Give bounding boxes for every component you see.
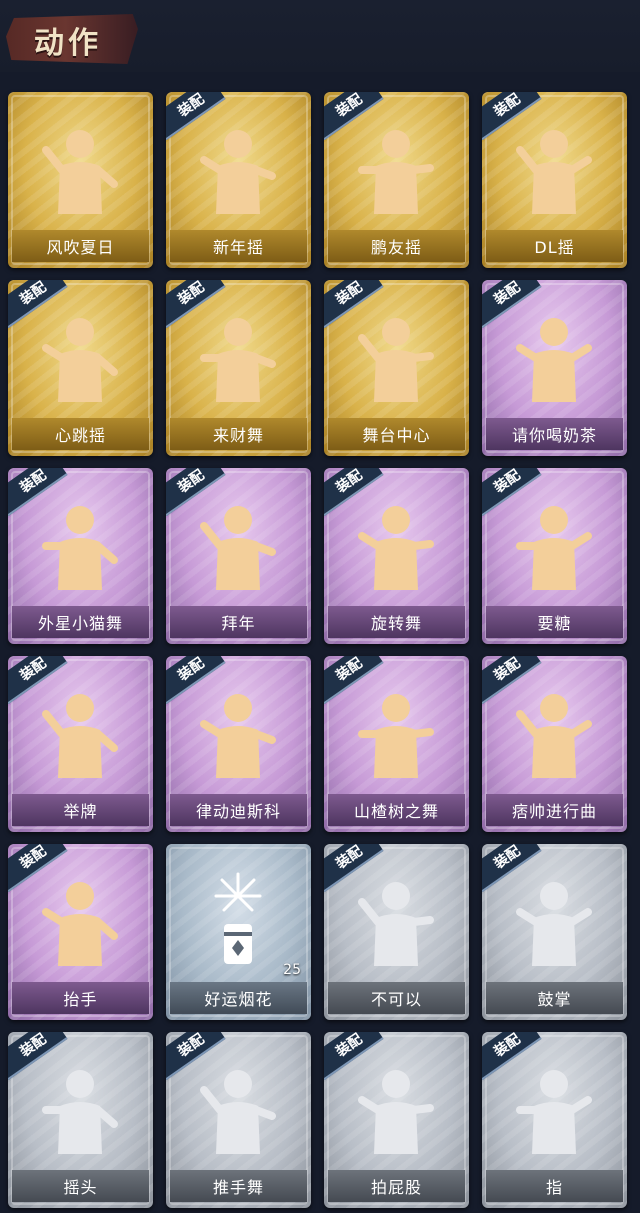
clap-icon [504,866,604,976]
page-title: 动作 [34,26,102,61]
action-label: 拍屁股 [328,1170,465,1202]
action-card[interactable]: 装配 痞帅进行曲 [482,656,627,832]
push-hand-dance-icon [188,1054,288,1164]
action-card[interactable]: 装配 来财舞 [166,280,311,456]
friend-dance-icon [346,114,446,224]
action-label: 心跳摇 [12,418,149,450]
action-card[interactable]: 装配 抬手 [8,844,153,1020]
action-card[interactable]: 风吹夏日 [8,92,153,268]
slap-butt-icon [346,1054,446,1164]
action-label: 来财舞 [170,418,307,450]
new-year-dance-icon [188,114,288,224]
disco-icon [188,678,288,788]
action-card[interactable]: 装配 举牌 [8,656,153,832]
no-finger-icon [346,866,446,976]
action-label: 舞台中心 [328,418,465,450]
action-label: 抬手 [12,982,149,1014]
action-card[interactable]: 装配 不可以 [324,844,469,1020]
action-label: 痞帅进行曲 [486,794,623,826]
action-label: 拜年 [170,606,307,638]
action-card[interactable]: 装配 请你喝奶茶 [482,280,627,456]
alien-cat-dance-icon [30,490,130,600]
action-card[interactable]: 装配 舞台中心 [324,280,469,456]
action-card[interactable]: 25 好运烟花 [166,844,311,1020]
action-card[interactable]: 装配 外星小猫舞 [8,468,153,644]
new-year-greeting-icon [188,490,288,600]
action-grid: 风吹夏日 装配新年摇 装配鹏友摇 装配DL摇 装配心跳摇 装配来财舞 [8,92,627,1208]
action-card[interactable]: 装配 拜年 [166,468,311,644]
action-card[interactable]: 装配 山楂树之舞 [324,656,469,832]
cool-march-icon [504,678,604,788]
firework-icon [188,866,288,976]
action-label: 山楂树之舞 [328,794,465,826]
action-label: 好运烟花 [170,982,307,1014]
ask-candy-icon [504,490,604,600]
shake-head-icon [30,1054,130,1164]
action-card[interactable]: 装配 拍屁股 [324,1032,469,1208]
action-label: 举牌 [12,794,149,826]
action-card[interactable]: 装配 心跳摇 [8,280,153,456]
action-card[interactable]: 装配 新年摇 [166,92,311,268]
hawthorn-dance-icon [346,678,446,788]
action-label: 摇头 [12,1170,149,1202]
action-label: 风吹夏日 [12,230,149,262]
action-label: 指 [486,1170,623,1202]
wind-dance-icon [30,114,130,224]
heartbeat-dance-icon [30,302,130,412]
action-label: 外星小猫舞 [12,606,149,638]
action-card[interactable]: 装配 律动迪斯科 [166,656,311,832]
point-icon [504,1054,604,1164]
action-card[interactable]: 装配 鹏友摇 [324,92,469,268]
action-card[interactable]: 装配 摇头 [8,1032,153,1208]
action-label: 鼓掌 [486,982,623,1014]
action-card[interactable]: 装配 要糖 [482,468,627,644]
action-label: 推手舞 [170,1170,307,1202]
action-label: 请你喝奶茶 [486,418,623,450]
action-card[interactable]: 装配 推手舞 [166,1032,311,1208]
spin-dance-icon [346,490,446,600]
action-label: 鹏友摇 [328,230,465,262]
item-count: 25 [283,962,301,978]
action-label: DL摇 [486,230,623,262]
fortune-dance-icon [188,302,288,412]
action-label: 旋转舞 [328,606,465,638]
dl-dance-icon [504,114,604,224]
milk-tea-icon [504,302,604,412]
action-label: 要糖 [486,606,623,638]
raise-hand-icon [30,866,130,976]
action-label: 律动迪斯科 [170,794,307,826]
stage-center-icon [346,302,446,412]
action-label: 新年摇 [170,230,307,262]
action-label: 不可以 [328,982,465,1014]
header-bar: 动作 [0,0,640,72]
action-card[interactable]: 装配 旋转舞 [324,468,469,644]
action-card[interactable]: 装配 鼓掌 [482,844,627,1020]
hold-sign-icon [30,678,130,788]
action-card[interactable]: 装配指 [482,1032,627,1208]
action-card[interactable]: 装配 DL摇 [482,92,627,268]
